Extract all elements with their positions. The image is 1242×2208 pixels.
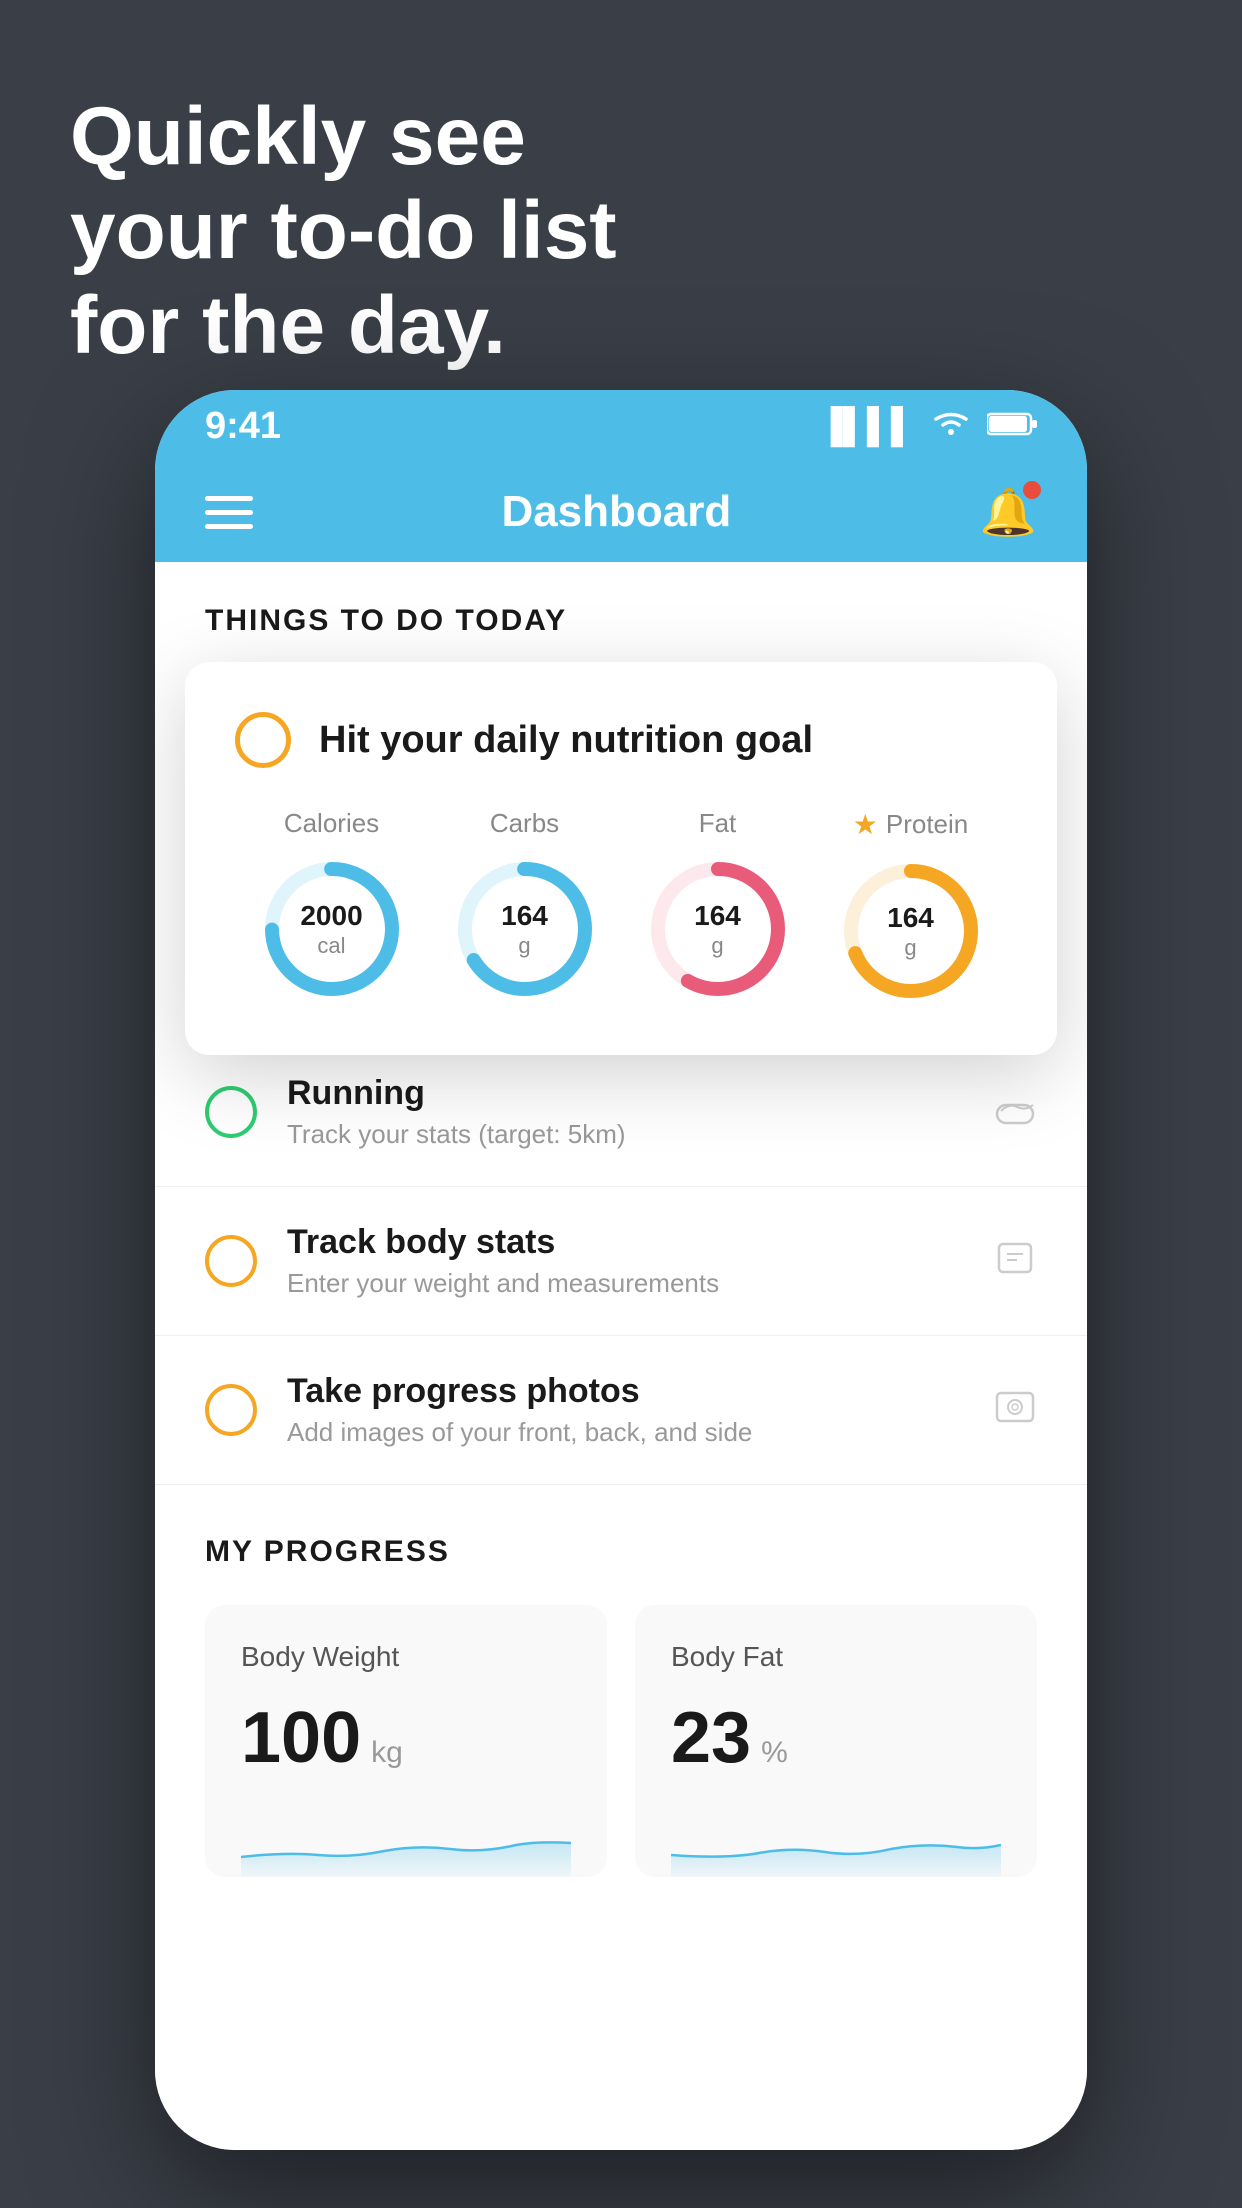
todo-item-running[interactable]: Running Track your stats (target: 5km) — [155, 1038, 1087, 1187]
nutrition-card: Hit your daily nutrition goal Calories 2… — [185, 662, 1057, 1055]
protein-label: ★ Protein — [853, 808, 969, 841]
body-fat-unit: % — [761, 1736, 788, 1770]
body-weight-card: Body Weight 100 kg — [205, 1605, 607, 1877]
things-to-do-header: THINGS TO DO TODAY — [155, 562, 1087, 658]
running-info: Running Track your stats (target: 5km) — [287, 1074, 963, 1150]
photos-subtitle: Add images of your front, back, and side — [287, 1417, 963, 1448]
calories-donut: 2000 cal — [258, 855, 406, 1003]
body-weight-unit: kg — [371, 1736, 403, 1770]
scale-icon — [993, 1234, 1037, 1288]
photos-title: Take progress photos — [287, 1372, 963, 1411]
body-stats-checkbox[interactable] — [205, 1235, 257, 1287]
nutrition-checkbox[interactable] — [235, 712, 291, 768]
fat-donut: 164 g — [644, 855, 792, 1003]
progress-section: MY PROGRESS Body Weight 100 kg — [155, 1485, 1087, 1877]
fat-label: Fat — [699, 808, 737, 839]
body-fat-chart — [671, 1807, 1001, 1877]
calories-label: Calories — [284, 808, 379, 839]
body-stats-info: Track body stats Enter your weight and m… — [287, 1223, 963, 1299]
running-checkbox[interactable] — [205, 1086, 257, 1138]
photos-info: Take progress photos Add images of your … — [287, 1372, 963, 1448]
carbs-label: Carbs — [490, 808, 559, 839]
nutrition-item-fat: Fat 164 g — [644, 808, 792, 1003]
status-icons: ▐▌▌▌ — [819, 407, 1037, 446]
nutrition-row: Calories 2000 cal Carbs — [235, 808, 1007, 1005]
todo-item-body-stats[interactable]: Track body stats Enter your weight and m… — [155, 1187, 1087, 1336]
bell-icon[interactable]: 🔔 — [980, 485, 1037, 540]
nav-title: Dashboard — [501, 487, 731, 537]
progress-header: MY PROGRESS — [205, 1535, 1037, 1569]
protein-donut: 164 g — [837, 857, 985, 1005]
body-fat-value-row: 23 % — [671, 1697, 1001, 1779]
nutrition-item-protein: ★ Protein 164 g — [837, 808, 985, 1005]
todo-list: Running Track your stats (target: 5km) T… — [155, 1038, 1087, 1485]
photo-icon — [993, 1383, 1037, 1437]
body-fat-title: Body Fat — [671, 1641, 1001, 1673]
body-weight-title: Body Weight — [241, 1641, 571, 1673]
running-icon — [993, 1085, 1037, 1139]
body-weight-chart — [241, 1807, 571, 1877]
phone-mockup: 9:41 ▐▌▌▌ Da — [155, 390, 1087, 2150]
body-fat-value: 23 — [671, 1697, 751, 1779]
phone-content: THINGS TO DO TODAY Hit your daily nutrit… — [155, 562, 1087, 2150]
body-weight-value-row: 100 kg — [241, 1697, 571, 1779]
body-stats-subtitle: Enter your weight and measurements — [287, 1268, 963, 1299]
card-title-row: Hit your daily nutrition goal — [235, 712, 1007, 768]
running-title: Running — [287, 1074, 963, 1113]
signal-icon: ▐▌▌▌ — [819, 407, 915, 446]
nutrition-item-calories: Calories 2000 cal — [258, 808, 406, 1003]
running-subtitle: Track your stats (target: 5km) — [287, 1119, 963, 1150]
wifi-icon — [931, 407, 971, 446]
nutrition-card-title: Hit your daily nutrition goal — [319, 719, 813, 762]
progress-cards: Body Weight 100 kg — [205, 1605, 1037, 1877]
body-stats-title: Track body stats — [287, 1223, 963, 1262]
photos-checkbox[interactable] — [205, 1384, 257, 1436]
status-time: 9:41 — [205, 405, 281, 448]
battery-icon — [987, 407, 1037, 446]
things-header-text: THINGS TO DO TODAY — [205, 604, 567, 637]
status-bar: 9:41 ▐▌▌▌ — [155, 390, 1087, 462]
hamburger-menu[interactable] — [205, 496, 253, 529]
headline: Quickly see your to-do list for the day. — [70, 90, 617, 373]
body-weight-value: 100 — [241, 1697, 361, 1779]
todo-item-photos[interactable]: Take progress photos Add images of your … — [155, 1336, 1087, 1485]
notification-dot — [1023, 481, 1041, 499]
nav-bar: Dashboard 🔔 — [155, 462, 1087, 562]
star-icon: ★ — [853, 808, 878, 841]
nutrition-item-carbs: Carbs 164 g — [451, 808, 599, 1003]
carbs-donut: 164 g — [451, 855, 599, 1003]
body-fat-card: Body Fat 23 % — [635, 1605, 1037, 1877]
